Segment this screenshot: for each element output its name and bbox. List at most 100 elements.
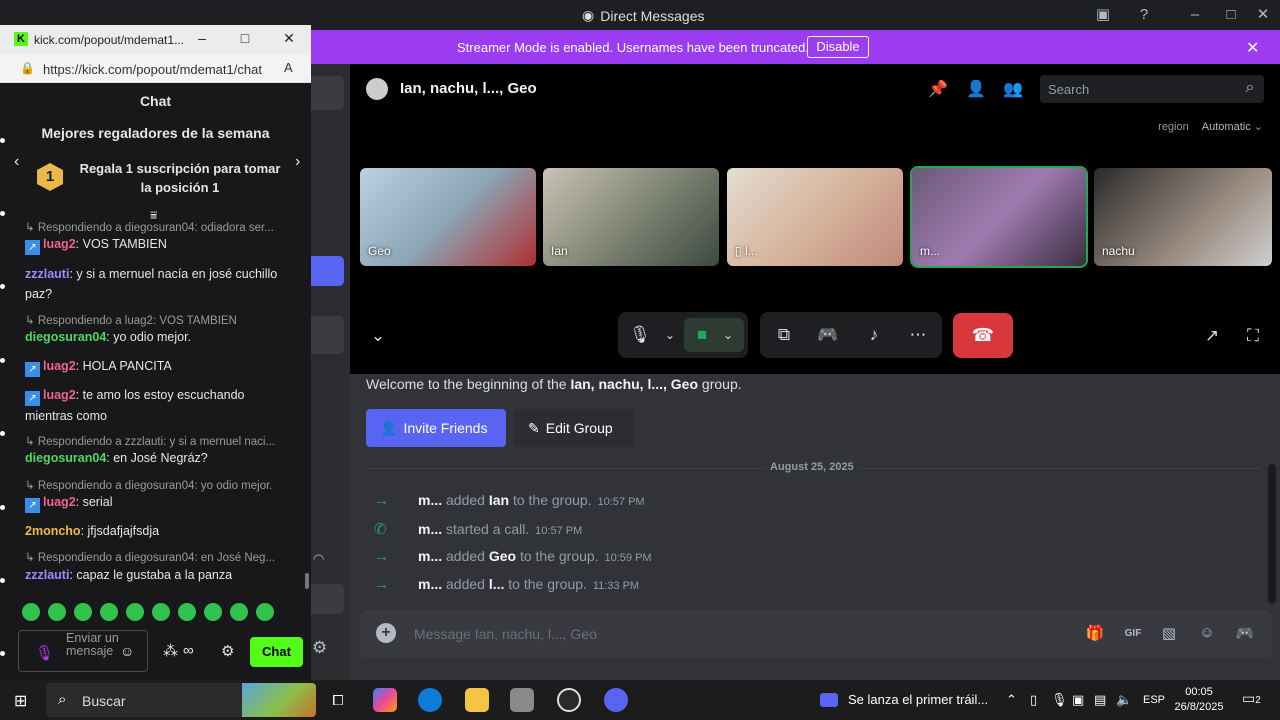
- popout-maximize-button[interactable]: □: [235, 30, 255, 46]
- app-icon[interactable]: [510, 688, 534, 712]
- edge-marker: [0, 431, 5, 436]
- obs-icon[interactable]: [557, 688, 581, 712]
- sidebar-item-selected[interactable]: [310, 256, 344, 286]
- file-explorer-icon[interactable]: [465, 688, 489, 712]
- member-list-icon[interactable]: 👥: [1003, 79, 1023, 99]
- apps-icon[interactable]: 🎮: [1234, 624, 1256, 644]
- screen-share-icon[interactable]: ⧉: [772, 323, 796, 347]
- attach-plus-icon[interactable]: +: [376, 623, 396, 643]
- help-icon[interactable]: ?: [1133, 5, 1155, 25]
- search-input[interactable]: [1040, 75, 1264, 103]
- sidebar-item[interactable]: [310, 584, 344, 614]
- emote-icon[interactable]: [74, 603, 92, 621]
- sub-badge-icon: ↗: [25, 362, 40, 377]
- video-tile[interactable]: ▯ l...: [727, 168, 903, 266]
- chevron-right-icon[interactable]: ›: [295, 153, 300, 171]
- clock[interactable]: 00:05 26/8/2025: [1174, 685, 1224, 715]
- emoji-icon[interactable]: ☺: [1196, 624, 1218, 644]
- edge-marker: [0, 284, 5, 289]
- tray-chevron-icon[interactable]: ⌃: [1006, 692, 1017, 708]
- edit-group-button[interactable]: ✎ Edit Group: [514, 409, 634, 447]
- pin-icon[interactable]: 📌: [928, 79, 948, 99]
- mic-options-chevron-icon[interactable]: ⌄: [658, 323, 682, 347]
- settings-gear-icon[interactable]: ⚙: [221, 642, 234, 660]
- copilot-icon[interactable]: [373, 688, 397, 712]
- volume-icon[interactable]: 🔈: [1116, 692, 1132, 708]
- microphone-icon[interactable]: 🎙: [628, 323, 652, 347]
- news-widget[interactable]: Se lanza el primer tráil...: [820, 692, 988, 707]
- chevron-left-icon[interactable]: ‹: [14, 153, 19, 171]
- disable-streamer-mode-button[interactable]: Disable: [807, 36, 869, 58]
- soundboard-icon[interactable]: ♪: [862, 323, 886, 347]
- emote-icon[interactable]: [48, 603, 66, 621]
- video-tile[interactable]: nachu: [1094, 168, 1272, 266]
- minimize-button[interactable]: –: [1184, 5, 1206, 25]
- taskbar-search[interactable]: ⌕ Buscar: [46, 683, 316, 717]
- close-banner-icon[interactable]: ✕: [1246, 38, 1259, 58]
- task-view-icon[interactable]: ⧠: [326, 688, 350, 712]
- gif-icon[interactable]: GIF: [1122, 624, 1144, 644]
- emote-icon[interactable]: [256, 603, 274, 621]
- edge-marker: [0, 651, 5, 656]
- inbox-icon[interactable]: ▣: [1092, 5, 1114, 25]
- maximize-button[interactable]: □: [1220, 5, 1242, 25]
- disconnect-call-button[interactable]: ☎: [953, 313, 1013, 358]
- emote-icon[interactable]: [100, 603, 118, 621]
- popout-icon[interactable]: ↗: [1200, 324, 1224, 348]
- emoji-icon[interactable]: ☺: [120, 643, 134, 659]
- emote-icon[interactable]: [178, 603, 196, 621]
- mobile-icon: ▯: [735, 244, 745, 258]
- sticker-icon[interactable]: ▧: [1158, 624, 1180, 644]
- popout-minimize-button[interactable]: –: [192, 30, 212, 46]
- headset-icon[interactable]: ◠: [313, 551, 324, 567]
- network-icon[interactable]: ▤: [1094, 692, 1106, 708]
- search-icon: ⌕: [1245, 79, 1255, 96]
- notification-center-icon[interactable]: ▭2: [1242, 690, 1261, 707]
- gift-subscription-cta[interactable]: Regala 1 suscripción para tomar la posic…: [74, 159, 286, 197]
- language-indicator[interactable]: ESP: [1143, 694, 1165, 706]
- tray-app-icon[interactable]: ▯: [1030, 692, 1037, 708]
- discord-taskbar-icon[interactable]: [604, 688, 628, 712]
- region-selector[interactable]: region Automatic ⌄: [1158, 120, 1263, 133]
- sidebar-item[interactable]: [310, 316, 344, 354]
- message-input[interactable]: [414, 622, 1014, 646]
- more-options-icon[interactable]: ⋯: [906, 323, 930, 347]
- microphone-tray-icon[interactable]: 🎙: [1051, 692, 1068, 708]
- popout-url[interactable]: https://kick.com/popout/mdemat1/chat: [43, 62, 262, 77]
- chat-message: ↗ luag2: VOS TAMBIEN: [25, 234, 295, 255]
- emote-icon[interactable]: [204, 603, 222, 621]
- chat-message-input[interactable]: 🎙 Enviar un mensaje ☺: [18, 630, 148, 672]
- channel-header: Ian, nachu, l..., Geo 📌 👤 👥 ⌕: [350, 64, 1280, 114]
- sidebar-item[interactable]: [310, 76, 344, 110]
- chat-message: zzzlauti: y si a mernuel nacía en josé c…: [25, 267, 278, 301]
- chat-scrollbar[interactable]: [305, 573, 309, 589]
- send-chat-button[interactable]: Chat: [250, 637, 303, 667]
- emote-icon[interactable]: [152, 603, 170, 621]
- message-scrollbar[interactable]: [1268, 464, 1276, 604]
- news-video-icon: [820, 692, 838, 707]
- windows-start-icon[interactable]: ⊞: [14, 691, 27, 711]
- tray-app-icon[interactable]: ▣: [1072, 692, 1084, 708]
- video-tile-speaking[interactable]: m...: [910, 166, 1088, 268]
- microphone-icon[interactable]: 🎙: [35, 644, 54, 662]
- edge-browser-icon[interactable]: [418, 688, 442, 712]
- collapse-chevron-icon[interactable]: ⌄: [366, 324, 390, 348]
- infinity-icon[interactable]: ∞: [183, 642, 194, 659]
- add-friends-icon[interactable]: 👤: [966, 79, 986, 99]
- kick-chat-popout: K kick.com/popout/mdemat1... – □ ✕ 🔒 htt…: [0, 25, 311, 680]
- popout-close-button[interactable]: ✕: [279, 30, 299, 47]
- camera-toggle[interactable]: ■ ⌄: [684, 318, 744, 352]
- video-tile[interactable]: Geo: [360, 168, 536, 266]
- video-tile[interactable]: Ian: [543, 168, 719, 266]
- emote-icon[interactable]: [22, 603, 40, 621]
- invite-friends-button[interactable]: 👤 Invite Friends: [366, 409, 506, 447]
- activities-icon[interactable]: 🎮: [816, 323, 840, 347]
- read-aloud-icon[interactable]: A: [284, 60, 293, 75]
- emote-icon[interactable]: [126, 603, 144, 621]
- gift-icon[interactable]: 🎁: [1084, 624, 1106, 644]
- points-icon[interactable]: ⁂: [163, 642, 178, 660]
- close-window-button[interactable]: ✕: [1252, 5, 1274, 25]
- fullscreen-icon[interactable]: ⛶: [1241, 324, 1265, 348]
- user-settings-gear-icon[interactable]: ⚙: [312, 638, 327, 658]
- emote-icon[interactable]: [230, 603, 248, 621]
